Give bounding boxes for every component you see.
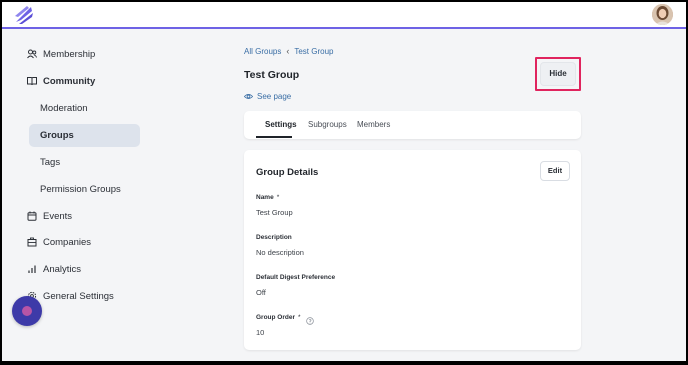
sidebar-item-label: Membership bbox=[43, 48, 96, 60]
sidebar-item-label: Moderation bbox=[40, 102, 88, 114]
field-label-description: Description bbox=[256, 234, 292, 241]
field-label-text: Group Order bbox=[256, 314, 296, 321]
field-label-text: Default Digest Preference bbox=[256, 274, 336, 281]
page-title: Test Group bbox=[244, 69, 300, 81]
sidebar-item-membership[interactable]: Membership bbox=[27, 43, 95, 65]
sidebar-item-analytics[interactable]: Analytics bbox=[27, 258, 81, 280]
see-page-label: See page bbox=[257, 92, 292, 101]
sidebar-item-events[interactable]: Events bbox=[27, 205, 72, 227]
sidebar-item-label: Permission Groups bbox=[40, 183, 121, 195]
edit-button[interactable]: Edit bbox=[540, 161, 570, 181]
active-tab-indicator bbox=[256, 136, 292, 138]
book-icon bbox=[27, 77, 37, 86]
field-value-description: No description bbox=[256, 248, 304, 257]
sidebar-item-groups[interactable]: Groups bbox=[40, 124, 74, 146]
sidebar-item-label: Community bbox=[43, 75, 96, 87]
sidebar-item-label: General Settings bbox=[43, 290, 114, 302]
sidebar-item-label: Groups bbox=[40, 129, 74, 141]
chevron-left-icon: ‹ bbox=[286, 46, 290, 56]
sidebar-item-label: Companies bbox=[43, 236, 92, 248]
tab-settings[interactable]: Settings bbox=[265, 111, 297, 139]
breadcrumb-current-link[interactable]: Test Group bbox=[294, 47, 333, 56]
breadcrumb-root-link[interactable]: All Groups bbox=[244, 47, 281, 56]
sidebar-item-permission-groups[interactable]: Permission Groups bbox=[40, 178, 121, 200]
sidebar-item-label: Events bbox=[43, 210, 73, 222]
field-label-text: Name bbox=[256, 194, 274, 201]
field-label-name: Name * bbox=[256, 194, 279, 201]
field-label-text: Description bbox=[256, 234, 292, 241]
field-value-group-order: 10 bbox=[256, 328, 265, 337]
required-marker: * bbox=[276, 194, 280, 201]
top-bar bbox=[2, 2, 686, 29]
field-label-digest: Default Digest Preference bbox=[256, 274, 335, 281]
eye-icon bbox=[244, 94, 253, 99]
field-value-digest: Off bbox=[256, 288, 266, 297]
see-page-link[interactable]: See page bbox=[244, 92, 291, 101]
brand-logo-icon[interactable] bbox=[13, 5, 35, 25]
sidebar-item-tags[interactable]: Tags bbox=[40, 151, 60, 173]
hide-button[interactable]: Hide bbox=[540, 62, 576, 86]
sidebar-item-moderation[interactable]: Moderation bbox=[40, 97, 88, 119]
group-details-card: Group Details Edit Name * Test Group Des… bbox=[244, 150, 581, 350]
calendar-icon bbox=[27, 211, 37, 221]
field-value-name: Test Group bbox=[256, 208, 293, 217]
tabs-bar: Settings Subgroups Members bbox=[244, 111, 581, 139]
user-avatar[interactable] bbox=[652, 4, 673, 25]
app-window: Membership Community Moderation Groups T… bbox=[2, 2, 686, 361]
breadcrumb: All Groups ‹ Test Group bbox=[244, 46, 334, 56]
help-launcher-button[interactable] bbox=[12, 296, 42, 326]
required-marker: * bbox=[298, 314, 301, 321]
sidebar-item-community[interactable]: Community bbox=[27, 70, 95, 92]
card-title: Group Details bbox=[256, 167, 319, 178]
sidebar-item-label: Tags bbox=[40, 156, 61, 168]
members-icon bbox=[27, 49, 37, 59]
bar-chart-icon bbox=[28, 265, 36, 273]
help-circle-icon[interactable] bbox=[306, 317, 314, 325]
building-icon bbox=[27, 237, 37, 247]
field-label-group-order: Group Order * bbox=[256, 314, 301, 321]
tab-subgroups[interactable]: Subgroups bbox=[308, 111, 347, 139]
avatar-photo-icon bbox=[652, 4, 673, 25]
sidebar-item-companies[interactable]: Companies bbox=[27, 231, 91, 253]
tab-members[interactable]: Members bbox=[357, 111, 390, 139]
sidebar-item-label: Analytics bbox=[43, 263, 82, 275]
